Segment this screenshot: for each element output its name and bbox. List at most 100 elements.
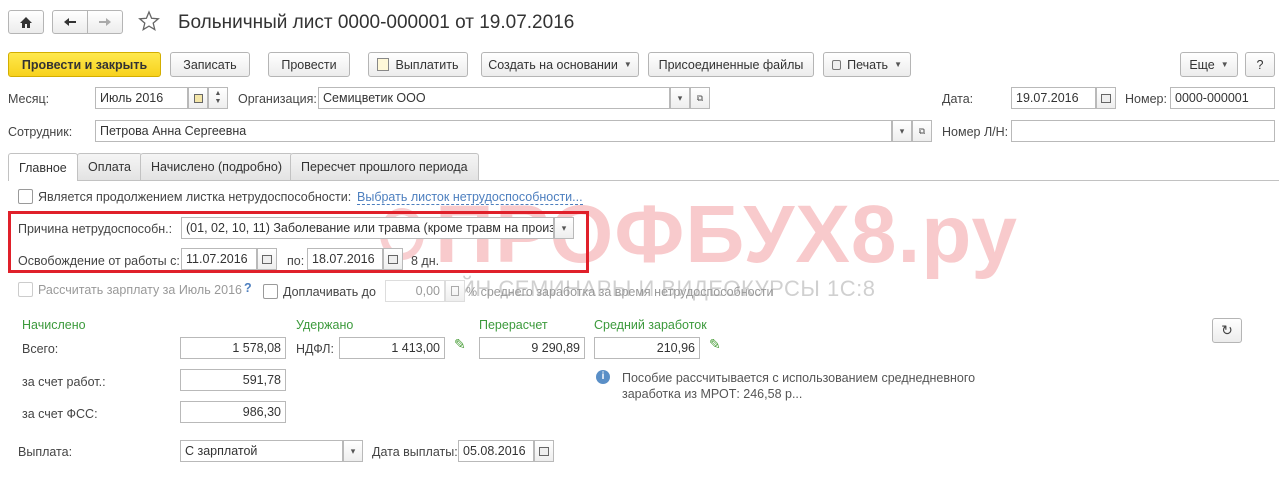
accrued-employer-label: за счет работ.: [22,375,106,389]
date-label: Дата: [942,92,974,106]
month-label: Месяц: [8,92,50,106]
payment-field[interactable]: С зарплатой [180,440,343,462]
chevron-down-icon: ▼ [1220,60,1229,69]
extra-pay-checkbox[interactable] [263,284,278,299]
star-icon [138,10,160,31]
extra-pay-suffix: % среднего заработка за время нетрудоспо… [466,285,774,299]
date-field[interactable]: 19.07.2016 [1011,87,1096,109]
organization-label: Организация: [238,92,317,106]
info-icon: i [596,370,610,384]
calendar-button[interactable] [188,87,208,109]
save-button[interactable]: Записать [170,52,250,77]
print-button-label: Печать [847,57,889,72]
employee-label: Сотрудник: [8,125,73,139]
print-button[interactable]: Печать ▼ [823,52,911,77]
tab-accrued-detailed[interactable]: Начислено (подробно) [140,153,294,180]
month-stepper[interactable]: ▲ ▼ [208,87,228,109]
help-button[interactable]: ? [1245,52,1275,77]
payment-label: Выплата: [18,445,73,459]
chevron-down-icon: ▾ [350,445,356,456]
accrued-employer-field[interactable]: 591,78 [180,369,286,391]
release-to-field[interactable]: 18.07.2016 [307,248,383,270]
post-and-close-button[interactable]: Провести и закрыть [8,52,161,77]
calc-salary-help[interactable]: ? [244,281,252,295]
calc-salary-label: Рассчитать зарплату за Июль 2016 [38,283,242,297]
reason-field[interactable]: (01, 02, 10, 11) Заболевание или травма … [181,217,554,239]
refresh-icon: ↻ [1221,322,1233,338]
chevron-down-icon: ▾ [561,222,567,233]
favorite-button[interactable] [138,10,162,34]
tab-main[interactable]: Главное [8,153,78,181]
ndfl-label: НДФЛ: [296,342,334,356]
organization-dropdown[interactable]: ▾ [670,87,690,109]
tab-recalc-previous[interactable]: Пересчет прошлого периода [290,153,479,180]
employee-dropdown[interactable]: ▾ [892,120,912,142]
refresh-button[interactable]: ↻ [1212,318,1242,343]
more-button[interactable]: Еще ▼ [1180,52,1238,77]
page-title: Больничный лист 0000-000001 от 19.07.201… [178,12,575,33]
release-from-calendar[interactable] [257,248,277,270]
chevron-up-icon: ▲ [214,90,222,97]
organization-open[interactable]: ⧉ [690,87,710,109]
employee-open[interactable]: ⧉ [912,120,932,142]
ndfl-field[interactable]: 1 413,00 [339,337,445,359]
attached-files-button[interactable]: Присоединенные файлы [648,52,814,77]
calendar-icon [539,446,549,456]
create-based-button[interactable]: Создать на основании ▼ [481,52,639,77]
calendar-icon [388,254,398,264]
pay-button[interactable]: Выплатить [368,52,468,77]
chevron-down-icon: ▼ [214,98,222,105]
continuation-checkbox[interactable] [18,189,33,204]
number-label: Номер: [1125,92,1167,106]
avg-earnings-field[interactable]: 210,96 [594,337,700,359]
calendar-icon [262,254,272,264]
ln-number-label: Номер Л/Н: [942,125,1009,139]
payment-date-calendar[interactable] [534,440,554,462]
withheld-heading: Удержано [296,318,354,332]
extra-pay-label: Доплачивать до [283,285,376,299]
calc-salary-checkbox[interactable] [18,282,33,297]
reason-dropdown[interactable]: ▾ [554,217,574,239]
organization-field[interactable]: Семицветик ООО [318,87,670,109]
recalc-field[interactable]: 9 290,89 [479,337,585,359]
chevron-down-icon: ▼ [623,60,632,69]
accrued-fss-field[interactable]: 986,30 [180,401,286,423]
calendar-icon [193,93,203,103]
avg-earnings-info: Пособие рассчитывается с использованием … [622,371,976,401]
release-to-label: по: [287,254,305,268]
release-from-field[interactable]: 11.07.2016 [181,248,257,270]
pay-button-label: Выплатить [395,57,459,72]
arrow-right-icon [99,18,111,26]
release-to-calendar[interactable] [383,248,403,270]
avg-earnings-heading: Средний заработок [594,318,707,332]
post-button[interactable]: Провести [268,52,350,77]
payment-date-field[interactable]: 05.08.2016 [458,440,534,462]
chevron-down-icon: ▾ [677,92,683,103]
date-calendar-button[interactable] [1096,87,1116,109]
month-field[interactable]: Июль 2016 [95,87,188,109]
payment-dropdown[interactable]: ▾ [343,440,363,462]
forward-button[interactable] [87,10,123,34]
create-based-label: Создать на основании [488,57,618,72]
arrow-left-icon [64,18,76,26]
home-button[interactable] [8,10,44,34]
extra-pay-field[interactable]: 0,00 [385,280,445,302]
reason-label: Причина нетрудоспособн.: [18,222,173,236]
chevron-down-icon: ▾ [899,125,905,136]
edit-avg-earnings-icon[interactable]: ✎ [709,336,721,353]
continuation-label: Является продолжением листка нетрудоспос… [38,190,352,204]
accrued-fss-label: за счет ФСС: [22,407,98,421]
employee-field[interactable]: Петрова Анна Сергеевна [95,120,892,142]
select-sick-leave-link[interactable]: Выбрать листок нетрудоспособности... [357,190,583,205]
open-icon: ⧉ [918,125,926,136]
accrued-total-field[interactable]: 1 578,08 [180,337,286,359]
more-button-label: Еще [1189,57,1215,72]
edit-ndfl-icon[interactable]: ✎ [454,336,466,353]
printer-icon [832,59,842,70]
open-icon: ⧉ [696,92,704,103]
extra-pay-calc-button[interactable] [445,280,465,302]
back-button[interactable] [52,10,88,34]
tab-payment[interactable]: Оплата [77,153,142,180]
number-field[interactable]: 0000-000001 [1170,87,1275,109]
ln-number-field[interactable] [1011,120,1275,142]
